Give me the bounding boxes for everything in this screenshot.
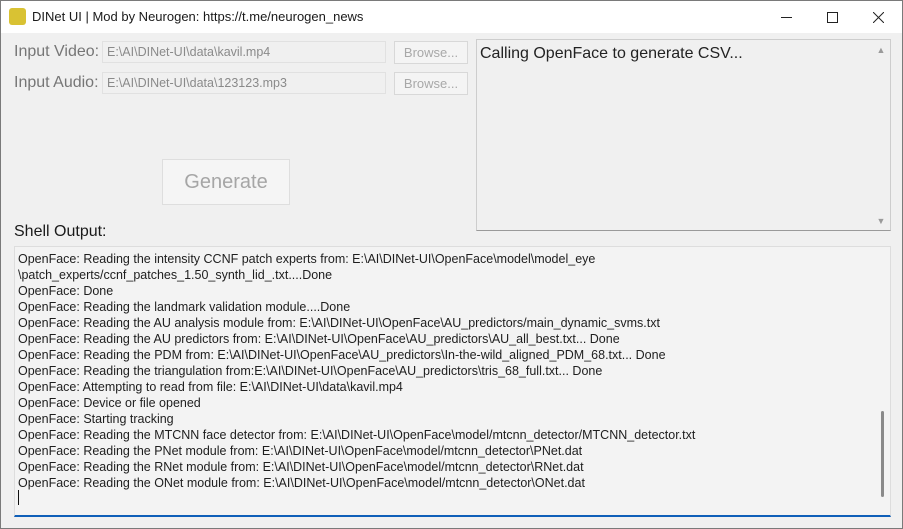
- shell-line: OpenFace: Done: [18, 284, 114, 298]
- input-audio-field[interactable]: E:\AI\DINet-UI\data\123123.mp3: [102, 72, 386, 94]
- shell-line: OpenFace: Reading the AU predictors from…: [18, 332, 620, 346]
- shell-scrollbar[interactable]: [881, 411, 884, 497]
- generate-button[interactable]: Generate: [162, 159, 290, 205]
- maximize-icon: [826, 11, 838, 23]
- title-bar[interactable]: DINet UI | Mod by Neurogen: https://t.me…: [1, 1, 902, 33]
- shell-line: OpenFace: Reading the PDM from: E:\AI\DI…: [18, 348, 666, 362]
- status-output-box[interactable]: Calling OpenFace to generate CSV... ▲ ▼: [476, 39, 891, 231]
- shell-line: OpenFace: Attempting to read from file: …: [18, 380, 403, 394]
- shell-line: OpenFace: Reading the ONet module from: …: [18, 476, 585, 490]
- maximize-button[interactable]: [809, 1, 855, 33]
- input-video-field[interactable]: E:\AI\DINet-UI\data\kavil.mp4: [102, 41, 386, 63]
- shell-line: OpenFace: Reading the AU analysis module…: [18, 316, 660, 330]
- scroll-down-arrow-icon[interactable]: ▼: [876, 216, 886, 226]
- shell-line: OpenFace: Reading the MTCNN face detecto…: [18, 428, 696, 442]
- status-text: Calling OpenFace to generate CSV...: [480, 45, 743, 62]
- shell-line: \patch_experts/ccnf_patches_1.50_synth_l…: [18, 268, 333, 282]
- shell-output-lines: OpenFace: Reading the intensity CCNF pat…: [18, 251, 878, 491]
- shell-line: OpenFace: Reading the triangulation from…: [18, 364, 603, 378]
- input-video-label: Input Video:: [14, 43, 100, 60]
- shell-line: OpenFace: Starting tracking: [18, 412, 174, 426]
- shell-line: OpenFace: Reading the intensity CCNF pat…: [18, 252, 596, 266]
- shell-line: OpenFace: Reading the PNet module from: …: [18, 444, 583, 458]
- app-logo-icon: [9, 8, 26, 25]
- shell-line: OpenFace: Device or file opened: [18, 396, 201, 410]
- text-caret: [18, 490, 19, 505]
- window-title: DINet UI | Mod by Neurogen: https://t.me…: [32, 9, 364, 24]
- shell-line: OpenFace: Reading the landmark validatio…: [18, 300, 351, 314]
- close-icon: [872, 11, 884, 23]
- browse-video-button[interactable]: Browse...: [394, 41, 468, 64]
- minimize-icon: [780, 16, 792, 18]
- app-window: DINet UI | Mod by Neurogen: https://t.me…: [0, 0, 903, 529]
- scroll-up-arrow-icon[interactable]: ▲: [876, 45, 886, 55]
- shell-output-box[interactable]: OpenFace: Reading the intensity CCNF pat…: [14, 246, 891, 517]
- shell-output-label: Shell Output:: [14, 223, 107, 240]
- close-button[interactable]: [855, 1, 901, 33]
- browse-audio-button[interactable]: Browse...: [394, 72, 468, 95]
- input-audio-label: Input Audio:: [14, 74, 99, 91]
- minimize-button[interactable]: [763, 1, 809, 33]
- shell-line: OpenFace: Reading the RNet module from: …: [18, 460, 584, 474]
